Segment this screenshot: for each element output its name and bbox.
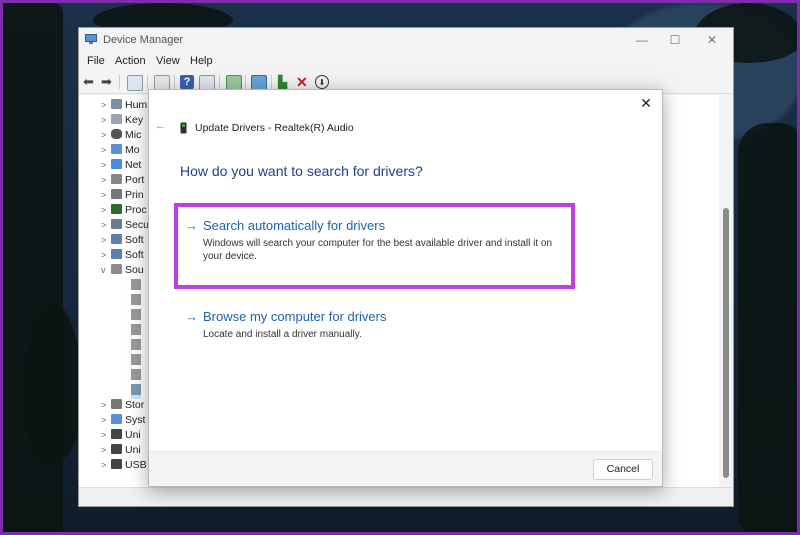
help-icon[interactable]: ? [180,75,194,89]
tree-category[interactable]: > Uni [101,429,141,444]
tree-child-speaker[interactable] [131,369,141,384]
tree-category[interactable]: > Soft [101,249,144,264]
toolbar-separator [219,75,220,89]
minimize-button[interactable]: — [631,31,653,49]
maximize-button[interactable]: ☐ [664,31,686,49]
toolbar-separator [119,75,120,89]
arrow-right-icon: → [185,218,198,233]
tree-category[interactable]: > Soft [101,234,144,249]
tree-child-speaker-selected[interactable] [131,384,141,399]
uninstall-device-icon[interactable]: ✕ [296,75,310,89]
back-arrow-icon[interactable]: ← [155,120,166,132]
device-manager-icon [85,34,97,44]
close-button[interactable]: ✕ [701,31,723,49]
toolbar-separator [174,75,175,89]
tree-category[interactable]: > Proc [101,204,147,219]
dialog-close-button[interactable]: ✕ [638,95,654,111]
tree-category[interactable]: > Mic [101,129,141,144]
option-description: Windows will search your computer for th… [203,238,553,262]
tree-child-speaker[interactable] [131,339,141,354]
status-bar [79,487,733,506]
tree-category[interactable]: > Port [101,174,144,189]
update-drivers-dialog: ✕ ← Update Drivers - Realtek(R) Audio Ho… [148,89,663,487]
tree-category[interactable]: > Key [101,114,143,129]
arrow-right-icon: → [185,309,198,324]
menu-view[interactable]: View [156,55,180,67]
dialog-footer: Cancel [149,451,662,486]
tree-child-speaker[interactable] [131,294,141,309]
audio-device-icon [180,122,187,134]
browse-computer-option[interactable]: → Browse my computer for drivers Locate … [185,309,545,343]
tree-category[interactable]: > Hum [101,99,147,114]
dialog-title: Update Drivers - Realtek(R) Audio [195,122,354,134]
back-icon[interactable]: ⬅ [83,75,97,89]
tree-child-speaker[interactable] [131,324,141,339]
menu-action[interactable]: Action [115,55,146,67]
option-description: Locate and install a driver manually. [203,329,362,340]
tree-category[interactable]: > Secu [101,219,149,234]
tree-category[interactable]: > Mo [101,144,140,159]
scrollbar-thumb[interactable] [723,208,729,478]
menu-bar: File Action View Help [79,55,733,73]
tree-category[interactable]: > Syst [101,414,145,429]
show-hide-console-tree-icon[interactable] [127,75,143,91]
menu-help[interactable]: Help [190,55,213,67]
tree-category[interactable]: > USB [101,459,147,474]
option-title[interactable]: Browse my computer for drivers [203,309,387,324]
toolbar-separator [147,75,148,89]
tree-category[interactable]: > Stor [101,399,144,414]
window-title: Device Manager [103,34,184,46]
tree-child-speaker[interactable] [131,279,141,294]
cancel-button[interactable]: Cancel [593,459,653,480]
download-icon[interactable]: ⬇ [315,75,329,89]
menu-file[interactable]: File [87,55,105,67]
search-automatically-option[interactable]: → Search automatically for drivers Windo… [185,218,552,262]
toolbar-separator [245,75,246,89]
option-title[interactable]: Search automatically for drivers [203,218,385,233]
tree-category[interactable]: > Prin [101,189,144,204]
tree-category[interactable]: > Uni [101,444,141,459]
tree-child-speaker[interactable] [131,354,141,369]
forward-icon[interactable]: ➡ [101,75,115,89]
tree-child-speaker[interactable] [131,309,141,324]
tree-category[interactable]: > Net [101,159,141,174]
dialog-question: How do you want to search for drivers? [180,163,423,179]
title-bar: Device Manager — ☐ ✕ [79,28,733,52]
tree-category-expanded[interactable]: v Sou [101,264,144,279]
enable-device-icon[interactable]: ▙ [278,75,292,89]
toolbar-separator [271,75,272,89]
vertical-scrollbar[interactable] [719,95,733,490]
